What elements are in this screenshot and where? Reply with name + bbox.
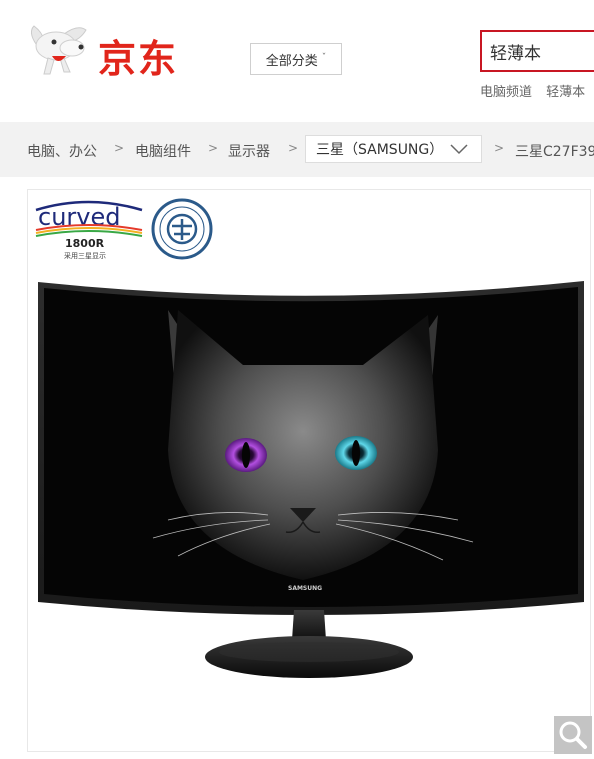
monitor-brand-label: SAMSUNG <box>288 585 322 592</box>
chevron-right-icon: > <box>288 141 299 155</box>
breadcrumb: 电脑、办公 > 电脑组件 > 显示器 > > 三星C27F39 <box>0 122 594 177</box>
brand-select[interactable]: 三星（SAMSUNG） <box>305 135 482 163</box>
site-header: 京东 全部分类 ˇ 电脑频道 轻薄本 <box>0 0 594 122</box>
curvature-text: 1800R <box>65 237 105 250</box>
chevron-right-icon: > <box>114 141 125 155</box>
hot-search-links: 电脑频道 轻薄本 <box>480 81 594 100</box>
all-categories-label: 全部分类 <box>265 53 318 69</box>
breadcrumb-item-components[interactable]: 电脑组件 <box>135 141 191 161</box>
hotword-link[interactable]: 轻薄本 <box>546 85 585 100</box>
magnifier-icon <box>559 721 587 749</box>
jd-dog-mascot-icon <box>30 25 87 75</box>
jd-logo[interactable]: 京东 <box>26 22 196 82</box>
product-image-frame[interactable]: curved 1800R 采用三星显示 SAMSUNG <box>27 189 591 752</box>
all-categories-button[interactable]: 全部分类 ˇ <box>250 43 342 75</box>
breadcrumb-item-computer-office[interactable]: 电脑、办公 <box>27 141 97 161</box>
chevron-right-icon: > <box>494 141 505 155</box>
logo-text: 京东 <box>98 37 179 81</box>
chevron-down-icon <box>450 144 468 155</box>
breadcrumb-item-product: 三星C27F39 <box>515 144 594 160</box>
zoom-button[interactable] <box>554 716 592 754</box>
search-box[interactable] <box>480 30 594 72</box>
certification-seal-icon <box>151 198 213 260</box>
breadcrumb-item-monitors[interactable]: 显示器 <box>228 141 270 161</box>
badge-caption: 采用三星显示 <box>64 251 106 260</box>
search-input[interactable] <box>488 32 594 70</box>
chevron-down-icon: ˇ <box>321 52 327 63</box>
chevron-right-icon: > <box>208 141 219 155</box>
product-image: curved 1800R 采用三星显示 SAMSUNG <box>35 198 584 678</box>
brand-select-value: 三星（SAMSUNG） <box>316 142 444 158</box>
curved-badge: curved 1800R 采用三星显示 <box>35 200 143 260</box>
hotword-link[interactable]: 电脑频道 <box>480 85 532 100</box>
